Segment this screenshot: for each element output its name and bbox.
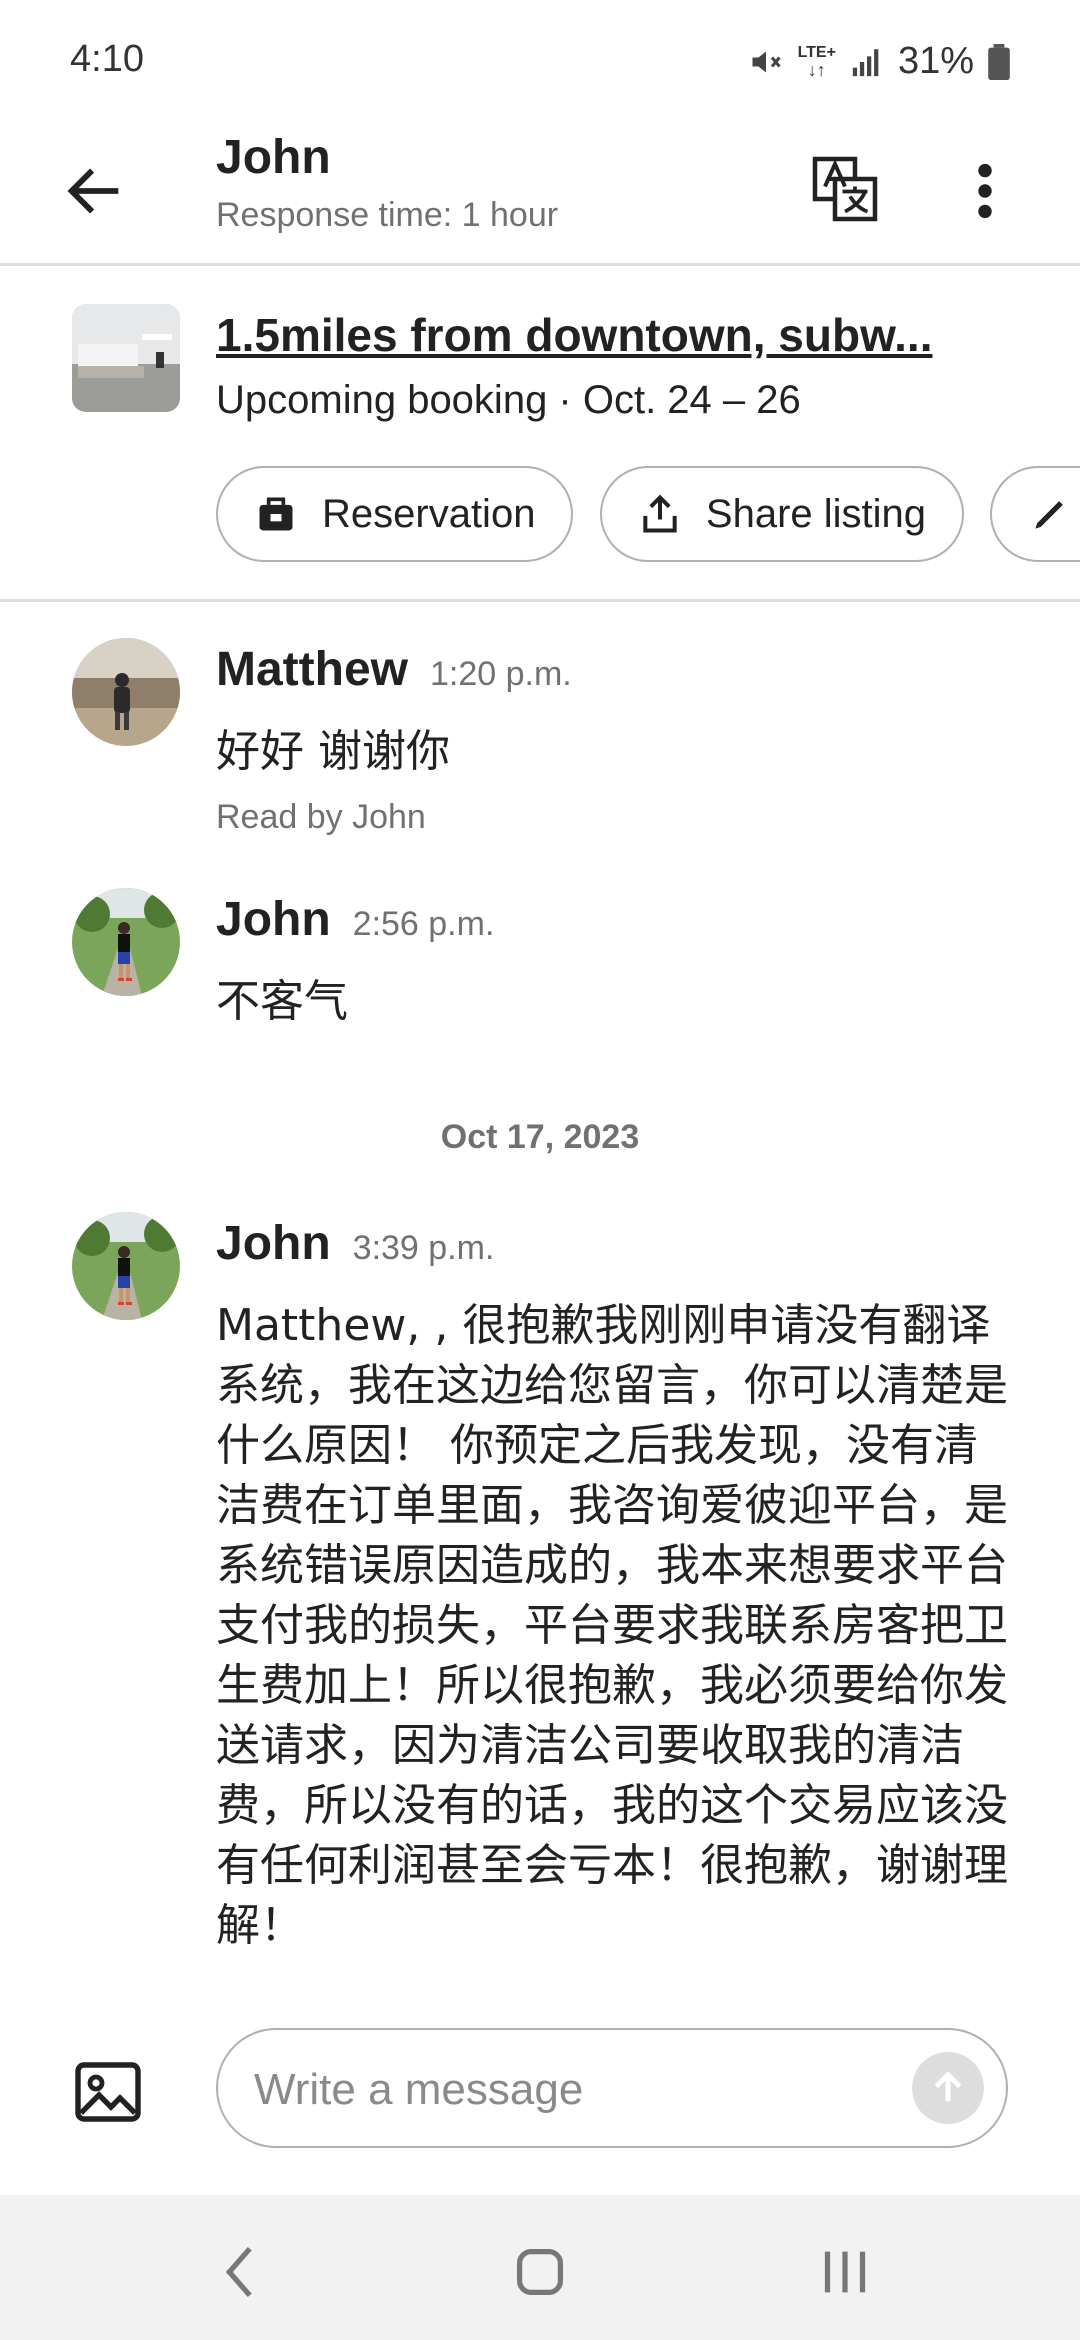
response-time: Response time: 1 hour <box>216 196 559 234</box>
read-receipt: Read by John <box>216 798 426 836</box>
nav-back-button[interactable] <box>206 2237 276 2307</box>
sender-name: John <box>216 1217 331 1270</box>
message-header: Matthew 1:20 p.m. <box>216 642 572 697</box>
home-square-icon <box>516 2248 564 2296</box>
message-text: Matthew, , 很抱歉我刚刚申请没有翻译系统，我在这边给您留言，你可以清楚… <box>216 1300 1008 1951</box>
message-text: 好好 谢谢你 <box>216 726 450 777</box>
share-listing-chip[interactable]: Share listing <box>599 466 965 562</box>
message-text: 不客气 <box>216 976 348 1027</box>
more-vertical-icon <box>978 163 992 219</box>
pencil-icon <box>1035 501 1064 529</box>
translate-button[interactable] <box>810 154 880 224</box>
status-time: 4:10 <box>70 38 144 80</box>
edit-chip[interactable] <box>990 466 1080 562</box>
briefcase-icon <box>259 497 293 531</box>
status-bar: 4:10 LTE+ ↓↑ 31% <box>0 0 1080 120</box>
battery-percent: 31% <box>897 40 974 82</box>
send-button[interactable] <box>912 2052 984 2124</box>
arrow-left-icon <box>67 168 119 214</box>
message-time: 3:39 p.m. <box>352 1229 495 1267</box>
recents-icon <box>824 2251 866 2293</box>
message-item: John 3:39 p.m. Matthew, , 很抱歉我刚刚申请没有翻译系统… <box>0 1212 1080 1972</box>
image-icon <box>75 2062 141 2122</box>
arrow-up-icon <box>934 2071 962 2102</box>
reservation-label: Reservation <box>322 491 536 536</box>
host-name: John <box>216 131 331 184</box>
listing-thumbnail[interactable] <box>72 304 180 412</box>
booking-dates: Upcoming booking · Oct. 24 – 26 <box>216 378 801 422</box>
message-input-container <box>216 2028 1008 2148</box>
message-time: 1:20 p.m. <box>430 655 572 693</box>
message-composer <box>0 2010 1080 2170</box>
avatar[interactable] <box>72 1212 180 1320</box>
sender-name: John <box>216 893 331 946</box>
chevron-left-icon <box>225 2246 252 2298</box>
battery-icon <box>988 43 1010 80</box>
listing-title-link[interactable]: 1.5miles from downtown, subw... <box>216 308 976 362</box>
message-item: Matthew 1:20 p.m. 好好 谢谢你 Read by John <box>0 638 1080 858</box>
more-options-button[interactable] <box>955 156 1015 226</box>
reservation-chip[interactable]: Reservation <box>216 466 574 562</box>
avatar[interactable] <box>72 888 180 996</box>
mute-icon <box>748 44 784 80</box>
conversation-header: John Response time: 1 hour <box>0 120 1080 266</box>
status-icons: LTE+ ↓↑ 31% <box>748 40 1010 83</box>
message-time: 2:56 p.m. <box>352 905 495 943</box>
back-button[interactable] <box>60 156 130 226</box>
system-nav-bar <box>0 2195 1080 2340</box>
avatar[interactable] <box>72 638 180 746</box>
nav-recents-button[interactable] <box>810 2237 880 2307</box>
translate-icon <box>812 156 878 222</box>
signal-icon <box>850 45 884 79</box>
nav-home-button[interactable] <box>505 2237 575 2307</box>
message-header: John 2:56 p.m. <box>216 892 494 947</box>
message-input[interactable] <box>252 2050 872 2130</box>
sender-name: Matthew <box>216 643 408 696</box>
share-listing-label: Share listing <box>705 491 927 536</box>
message-item: John 2:56 p.m. 不客气 <box>0 888 1080 1048</box>
share-icon <box>643 494 677 533</box>
listing-card: 1.5miles from downtown, subw... Upcoming… <box>0 266 1080 602</box>
message-header: John 3:39 p.m. <box>216 1216 494 1271</box>
date-divider: Oct 17, 2023 <box>440 1118 640 1156</box>
attach-photo-button[interactable] <box>72 2056 144 2128</box>
listing-actions: Reservation Share listing <box>216 466 1080 562</box>
lte-icon: LTE+ ↓↑ <box>797 43 836 80</box>
